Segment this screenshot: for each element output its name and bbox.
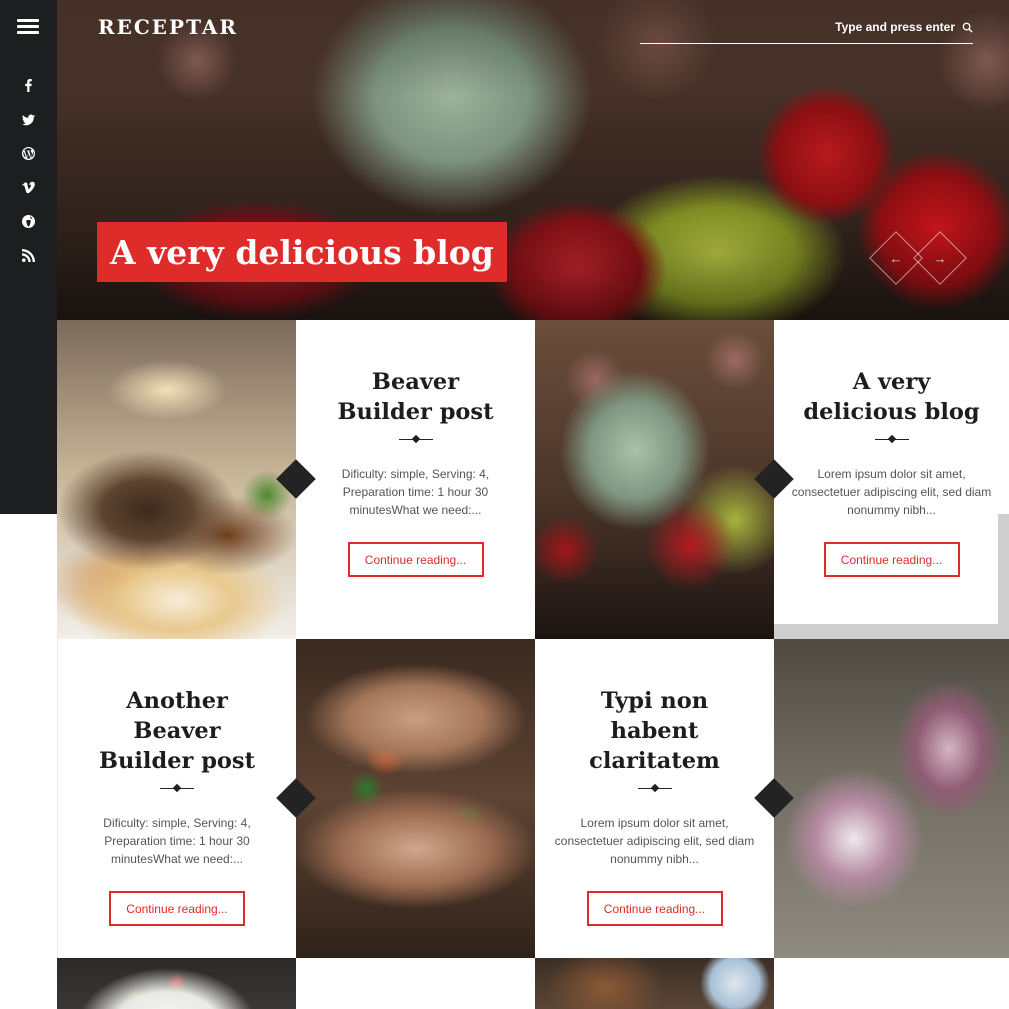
card-shadow [998, 514, 1009, 639]
twitter-icon[interactable] [0, 102, 57, 136]
post-image[interactable] [535, 958, 774, 1009]
post-card [774, 958, 1009, 1009]
post-grid: Beaver Builder post Dificulty: simple, S… [57, 320, 1009, 1009]
card-shadow [774, 624, 1009, 639]
continue-reading-button[interactable]: Continue reading... [586, 891, 723, 926]
post-title[interactable]: A very delicious blog [802, 367, 982, 427]
search-icon[interactable] [962, 22, 973, 33]
hero-slider: RECEPTAR A very delicious blog ← → [57, 0, 1009, 320]
post-card: A very delicious blog Lorem ipsum dolor … [774, 320, 1009, 639]
title-divider [637, 785, 672, 791]
post-image-typi-non-habent[interactable] [774, 639, 1009, 958]
wordpress-icon[interactable] [0, 136, 57, 170]
facebook-icon[interactable] [0, 68, 57, 102]
search-input[interactable] [675, 20, 955, 34]
post-excerpt: Lorem ipsum dolor sit amet, consectetuer… [791, 467, 992, 517]
title-divider [874, 436, 909, 442]
post-card: Beaver Builder post Dificulty: simple, S… [296, 320, 535, 639]
arrow-right-icon: → [933, 250, 947, 266]
arrow-left-icon: ← [889, 250, 903, 266]
hero-title-banner[interactable]: A very delicious blog [97, 222, 507, 282]
post-card: Typi non habent claritatem Lorem ipsum d… [535, 639, 774, 958]
search-bar [640, 16, 973, 44]
post-image-beaver-builder[interactable] [57, 320, 296, 639]
social-sidebar [0, 0, 57, 514]
post-image-delicious-blog[interactable] [535, 320, 774, 639]
post-image[interactable] [57, 958, 296, 1009]
menu-toggle-icon[interactable] [17, 19, 39, 37]
post-excerpt: Dificulty: simple, Serving: 4, Preparati… [341, 467, 490, 517]
site-logo[interactable]: RECEPTAR [98, 15, 238, 39]
post-excerpt: Lorem ipsum dolor sit amet, consectetuer… [554, 816, 755, 866]
post-title[interactable]: Another Beaver Builder post [87, 686, 267, 776]
post-excerpt: Dificulty: simple, Serving: 4, Preparati… [103, 816, 251, 866]
vimeo-icon[interactable] [0, 170, 57, 204]
title-divider [398, 436, 433, 442]
social-links [0, 68, 57, 272]
post-card [296, 958, 535, 1009]
post-title[interactable]: Typi non habent claritatem [565, 686, 745, 776]
continue-reading-button[interactable]: Continue reading... [823, 542, 960, 577]
post-title[interactable]: Beaver Builder post [326, 367, 506, 427]
continue-reading-button[interactable]: Continue reading... [347, 542, 484, 577]
post-image-another-beaver-builder[interactable] [296, 639, 535, 958]
continue-reading-button[interactable]: Continue reading... [109, 891, 245, 926]
rss-icon[interactable] [0, 238, 57, 272]
post-card: Another Beaver Builder post Dificulty: s… [57, 639, 296, 958]
globe-icon[interactable] [0, 204, 57, 238]
title-divider [160, 785, 194, 791]
hero-title: A very delicious blog [110, 232, 494, 272]
